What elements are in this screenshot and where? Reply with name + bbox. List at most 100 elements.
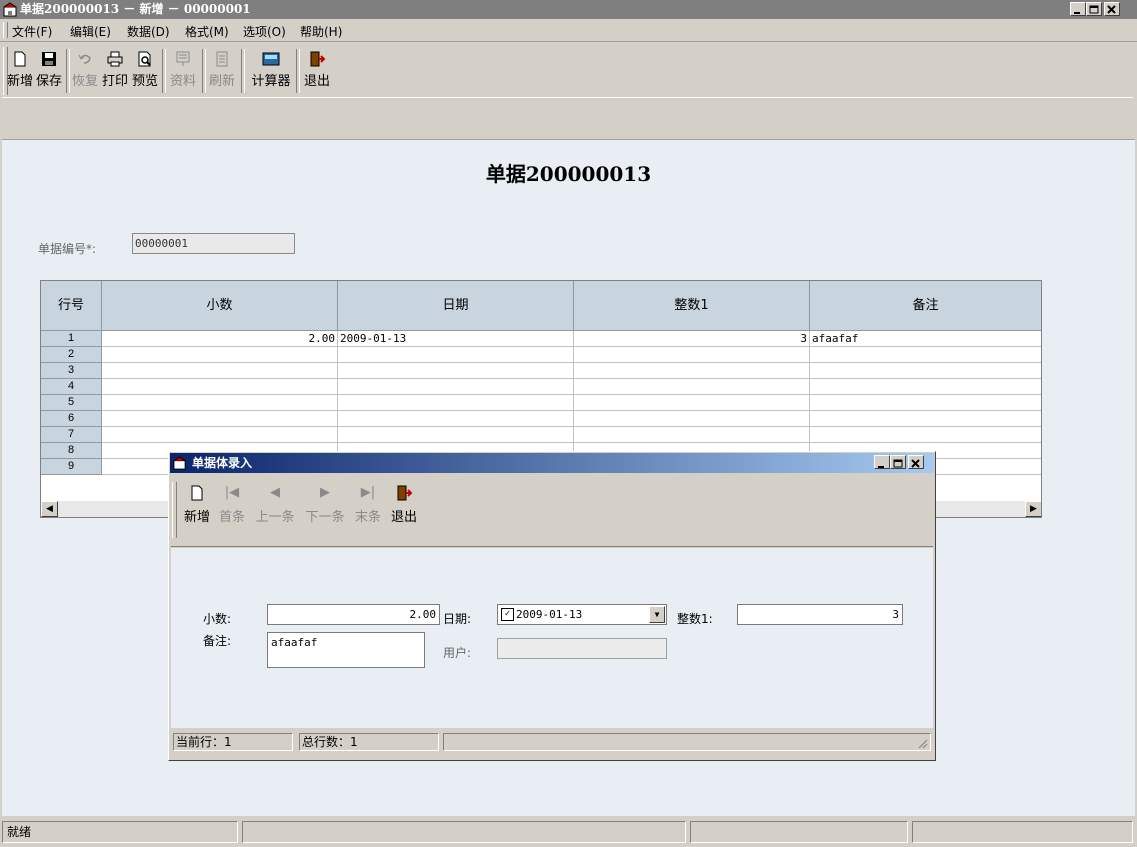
table-row[interactable]: 3 [41, 363, 1041, 379]
minimize-icon [1074, 12, 1080, 14]
new-button[interactable]: 新增 [6, 47, 34, 95]
print-button[interactable]: 打印 [100, 47, 130, 95]
resize-grip-icon[interactable] [916, 737, 928, 749]
row-number-cell[interactable]: 7 [41, 427, 102, 443]
table-cell[interactable] [810, 347, 1041, 363]
dialog-minimize-button[interactable] [874, 455, 890, 469]
table-cell[interactable] [338, 347, 574, 363]
table-cell[interactable] [338, 395, 574, 411]
decimal-field[interactable]: 2.00 [267, 604, 440, 625]
menu-data[interactable]: 数据(D) [127, 23, 170, 40]
table-row[interactable]: 7 [41, 427, 1041, 443]
menu-file[interactable]: 文件(F) [12, 23, 52, 40]
scroll-left-button[interactable]: ◀ [41, 501, 58, 517]
dialog-new-button[interactable]: 新增 [181, 484, 213, 532]
exit-button[interactable]: 退出 [301, 47, 333, 95]
close-button[interactable] [1104, 2, 1120, 16]
table-row[interactable]: 6 [41, 411, 1041, 427]
user-field[interactable] [497, 638, 667, 659]
table-cell[interactable] [810, 427, 1041, 443]
row-number-cell[interactable]: 3 [41, 363, 102, 379]
window-controls [1070, 2, 1120, 16]
row-number-cell[interactable]: 6 [41, 411, 102, 427]
date-checkbox[interactable]: ✓ [501, 608, 514, 621]
preview-button[interactable]: 预览 [130, 47, 160, 95]
dialog-exit-button[interactable]: 退出 [387, 484, 421, 532]
right-arrow-icon: ▶ [1030, 504, 1037, 514]
row-number-cell[interactable]: 8 [41, 443, 102, 459]
table-cell[interactable] [338, 379, 574, 395]
grid-header-note[interactable]: 备注 [810, 281, 1041, 331]
table-cell[interactable] [810, 411, 1041, 427]
row-number-cell[interactable]: 2 [41, 347, 102, 363]
save-button[interactable]: 保存 [34, 47, 64, 95]
table-cell[interactable] [102, 363, 338, 379]
menu-help[interactable]: 帮助(H) [300, 23, 342, 40]
table-cell[interactable] [810, 379, 1041, 395]
menu-edit[interactable]: 编辑(E) [70, 23, 111, 40]
toolbar-separator [202, 49, 206, 93]
printer-icon [107, 51, 123, 67]
grid-header-date[interactable]: 日期 [338, 281, 574, 331]
menu-options[interactable]: 选项(O) [243, 23, 286, 40]
table-cell[interactable] [574, 395, 810, 411]
undo-button[interactable]: 恢复 [70, 47, 100, 95]
table-row[interactable]: 2 [41, 347, 1041, 363]
table-cell[interactable] [574, 411, 810, 427]
maximize-button[interactable] [1086, 2, 1102, 16]
note-field[interactable]: afaafaf [267, 632, 425, 668]
minimize-icon [878, 466, 884, 468]
date-field[interactable]: ✓ 2009-01-13 ▼ [497, 604, 667, 625]
menu-format[interactable]: 格式(M) [185, 23, 229, 40]
integer-field[interactable]: 3 [737, 604, 903, 625]
grid-header-integer[interactable]: 整数1 [574, 281, 810, 331]
table-cell[interactable] [338, 427, 574, 443]
row-number-cell[interactable]: 1 [41, 331, 102, 347]
table-cell[interactable] [810, 395, 1041, 411]
table-cell[interactable] [102, 347, 338, 363]
dialog-maximize-button[interactable] [890, 455, 906, 469]
toolbar-separator [296, 49, 300, 93]
table-cell[interactable]: 2009-01-13 [338, 331, 574, 347]
scroll-right-button[interactable]: ▶ [1025, 501, 1041, 517]
refresh-icon [216, 51, 228, 67]
grid-header-rownum[interactable]: 行号 [41, 281, 102, 331]
table-cell[interactable] [102, 395, 338, 411]
row-number-cell[interactable]: 5 [41, 395, 102, 411]
table-cell[interactable] [338, 363, 574, 379]
prev-record-button[interactable]: ◀ 上一条 [251, 484, 299, 532]
info-button[interactable]: 资料 [168, 47, 198, 95]
table-cell[interactable] [810, 363, 1041, 379]
table-row[interactable]: 4 [41, 379, 1041, 395]
current-row-panel: 当前行：1 [173, 733, 293, 751]
table-cell[interactable]: 3 [574, 331, 810, 347]
refresh-button[interactable]: 刷新 [207, 47, 237, 95]
table-cell[interactable] [102, 379, 338, 395]
dialog-close-button[interactable] [908, 455, 924, 469]
table-cell[interactable] [102, 411, 338, 427]
grid-header-decimal[interactable]: 小数 [102, 281, 338, 331]
table-cell[interactable] [574, 427, 810, 443]
next-record-button[interactable]: ▶ 下一条 [301, 484, 349, 532]
date-dropdown-button[interactable]: ▼ [649, 606, 665, 623]
table-cell[interactable] [574, 363, 810, 379]
maximize-icon [1089, 5, 1099, 14]
table-row[interactable]: 1 2.00 2009-01-13 3 afaafaf [41, 331, 1041, 347]
row-number-cell[interactable]: 4 [41, 379, 102, 395]
status-ready: 就绪 [2, 821, 238, 843]
date-label: 日期: [443, 612, 472, 626]
last-record-button[interactable]: ▶| 末条 [351, 484, 385, 532]
table-cell[interactable]: 2.00 [102, 331, 338, 347]
minimize-button[interactable] [1070, 2, 1086, 16]
calculator-button[interactable]: 计算器 [247, 47, 295, 95]
table-cell[interactable] [574, 347, 810, 363]
row-number-cell[interactable]: 9 [41, 459, 102, 475]
first-record-button[interactable]: |◀ 首条 [215, 484, 249, 532]
table-cell[interactable]: afaafaf [810, 331, 1041, 347]
new-doc-icon [14, 51, 26, 67]
table-cell[interactable] [102, 427, 338, 443]
table-row[interactable]: 5 [41, 395, 1041, 411]
table-cell[interactable] [574, 379, 810, 395]
table-cell[interactable] [338, 411, 574, 427]
document-number-field[interactable]: 00000001 [132, 233, 295, 254]
